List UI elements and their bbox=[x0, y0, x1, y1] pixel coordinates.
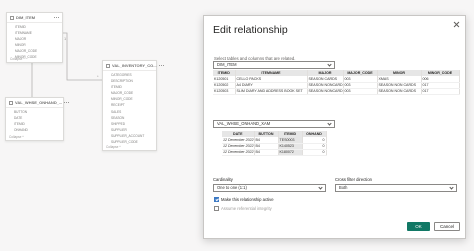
cardinality-label: Cardinality bbox=[213, 177, 233, 182]
table-cell: B4 bbox=[254, 149, 279, 156]
active-checkbox[interactable] bbox=[214, 197, 219, 202]
close-icon[interactable] bbox=[453, 21, 460, 28]
table2-dropdown[interactable]: VAL_WHSE_ONHAND_XAM bbox=[213, 120, 335, 128]
table-cell: 017 bbox=[421, 88, 460, 95]
ok-button[interactable]: OK bbox=[407, 222, 430, 231]
cardinality-dropdown[interactable]: One to one (1:1) bbox=[213, 184, 326, 192]
cross-filter-label: Cross filter direction bbox=[335, 177, 373, 182]
chevron-down-icon bbox=[318, 185, 323, 190]
table2-preview: DATE BUTTON ITEMID ONHAND 12 December 20… bbox=[222, 131, 327, 156]
table1-dropdown-value: DIM_ITEM bbox=[217, 62, 237, 67]
integrity-checkbox bbox=[214, 206, 219, 211]
cardinality-value: One to one (1:1) bbox=[217, 185, 247, 190]
chevron-down-icon bbox=[449, 185, 454, 190]
active-checkbox-label: Make this relationship active bbox=[221, 197, 274, 202]
table-cell: 003 bbox=[343, 88, 378, 95]
table1-dropdown[interactable]: DIM_ITEM bbox=[213, 61, 335, 69]
table-cell: SEASON NON CARDS bbox=[377, 88, 422, 95]
table-cell: SEASON NONCARD bbox=[307, 88, 344, 95]
table-row: K120503 SLIM DIARY AND ADDRESS BOOK SET … bbox=[213, 88, 460, 95]
table-cell: 12 December 2022 bbox=[222, 149, 255, 156]
dialog-title: Edit relationship bbox=[213, 24, 288, 36]
table2-dropdown-value: VAL_WHSE_ONHAND_XAM bbox=[217, 121, 271, 126]
chevron-down-icon bbox=[327, 62, 332, 67]
table-row: 12 December 2022 B4 K180072 0 bbox=[222, 149, 327, 156]
cross-filter-dropdown[interactable]: Both bbox=[335, 184, 457, 192]
table-cell: K180072 bbox=[278, 149, 303, 156]
table-cell: SLIM DIARY AND ADDRESS BOOK SET bbox=[235, 88, 308, 95]
table1-preview: ITEMID ITEMNAME MAJOR MAJOR_CODE MINOR M… bbox=[213, 70, 460, 95]
table-cell: 0 bbox=[302, 149, 327, 156]
cross-filter-value: Both bbox=[339, 185, 348, 190]
chevron-down-icon bbox=[327, 121, 332, 126]
cancel-button[interactable]: Cancel bbox=[434, 222, 460, 231]
table-cell: K120503 bbox=[213, 88, 236, 95]
integrity-checkbox-label: Assume referential integrity bbox=[221, 206, 272, 211]
